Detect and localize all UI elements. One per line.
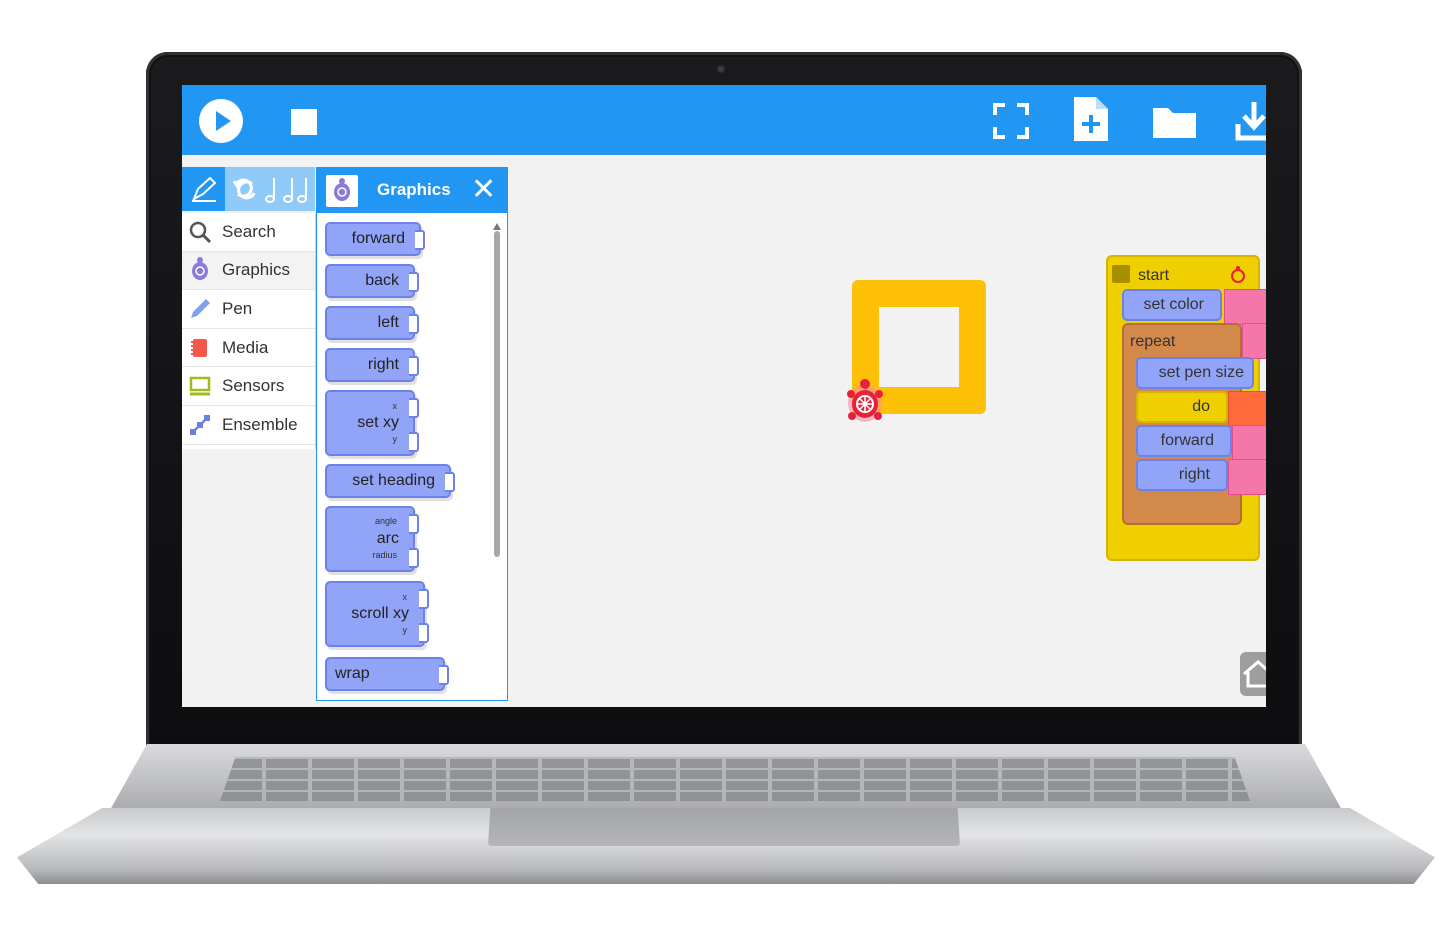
set-xy-block[interactable]: x set xy y [325, 390, 419, 456]
block-label: left [377, 314, 399, 331]
start-icon [1112, 265, 1130, 283]
category-pen[interactable]: Pen [182, 290, 315, 329]
palette-tabs [182, 167, 315, 211]
palette-header: Graphics ✕ [317, 167, 507, 213]
fullscreen-icon[interactable] [988, 98, 1034, 144]
arg-label: y [392, 434, 398, 444]
turtle-icon[interactable] [845, 376, 885, 431]
category-ensemble[interactable]: Ensemble [182, 406, 315, 445]
play-button[interactable] [199, 99, 243, 143]
app-screen: Search Graphics Pen Media Sensors Ensemb… [182, 85, 1266, 707]
home-button[interactable] [1240, 652, 1266, 696]
palette-scrollbar[interactable] [494, 231, 500, 557]
category-label: Pen [222, 298, 253, 318]
arg-label: radius [372, 550, 397, 560]
block-label: set color [1143, 296, 1204, 313]
block-label: repeat [1130, 333, 1176, 350]
palette-title: Graphics [377, 180, 451, 199]
pen-icon [191, 176, 216, 202]
forward-block[interactable]: forward [325, 222, 425, 256]
turtle-icon [188, 257, 212, 282]
folder-icon[interactable] [1150, 98, 1196, 144]
repeat-count[interactable] [1242, 323, 1266, 359]
block-label: right [1178, 466, 1210, 483]
right-value[interactable] [1228, 459, 1266, 495]
repeat-block[interactable]: repeat [1122, 323, 1242, 525]
set-color-block[interactable]: set color [1122, 289, 1222, 321]
do-action-value[interactable] [1228, 391, 1266, 427]
right-block[interactable]: right [325, 348, 419, 382]
left-block[interactable]: left [325, 306, 419, 340]
scroll-up-arrow[interactable] [493, 223, 501, 230]
do-block[interactable]: do [1136, 391, 1228, 423]
right-block[interactable]: right [1136, 459, 1228, 491]
category-sensors[interactable]: Sensors [182, 367, 315, 406]
color-value[interactable] [1224, 289, 1266, 325]
forward-block[interactable]: forward [1136, 425, 1232, 457]
category-graphics[interactable]: Graphics [182, 251, 315, 291]
block-label: wrap [335, 665, 370, 682]
block-label: back [365, 272, 399, 289]
keyboard [220, 757, 1250, 801]
block-label: set pen size [1158, 364, 1244, 381]
rhythm-icon [232, 178, 307, 203]
camera [716, 64, 726, 74]
forward-value[interactable] [1232, 425, 1266, 461]
scroll-xy-block[interactable]: x scroll xy y [325, 581, 429, 647]
home-icon [1243, 660, 1266, 688]
block-label: forward [351, 230, 405, 247]
turtle-icon [326, 175, 358, 207]
category-search[interactable]: Search [182, 213, 315, 252]
arg-label: x [402, 592, 408, 602]
category-label: Search [222, 221, 276, 241]
new-file-icon[interactable] [1068, 95, 1114, 141]
ensemble-icon [188, 413, 212, 437]
stop-button[interactable] [291, 109, 317, 135]
download-icon[interactable] [1234, 98, 1266, 144]
media-icon [188, 336, 212, 360]
category-label: Graphics [222, 260, 291, 280]
wrap-block[interactable]: wrap [325, 657, 449, 691]
close-icon[interactable]: ✕ [471, 175, 496, 205]
category-label: Sensors [222, 376, 285, 396]
set-pen-size-block[interactable]: set pen size [1136, 357, 1254, 389]
category-label: Ensemble [222, 414, 298, 434]
block-label: set heading [352, 472, 435, 489]
category-media[interactable]: Media [182, 329, 315, 368]
pen-tab[interactable] [182, 167, 225, 211]
category-label: Media [222, 337, 269, 357]
arg-label: angle [374, 516, 397, 526]
arg-label: y [402, 625, 408, 635]
trackpad [488, 808, 960, 846]
rhythm-tab[interactable] [225, 167, 315, 211]
arg-label: x [392, 401, 398, 411]
arc-block[interactable]: angle arc radius [325, 506, 419, 572]
category-list: Search Graphics Pen Media Sensors Ensemb… [182, 213, 316, 449]
set-heading-block[interactable]: set heading [325, 464, 455, 498]
block-label: right [367, 356, 399, 373]
pen-icon [188, 297, 212, 321]
turtle-icon [1230, 265, 1246, 288]
block-label: start [1138, 267, 1170, 284]
sensors-icon [188, 374, 212, 398]
block-label: arc [376, 530, 399, 547]
block-label: do [1192, 398, 1210, 415]
block-label: forward [1160, 432, 1214, 449]
block-label: set xy [357, 414, 399, 431]
blocks-palette: Graphics ✕ forward back left right x set… [316, 167, 508, 701]
back-block[interactable]: back [325, 264, 419, 298]
search-icon [188, 220, 212, 244]
block-label: scroll xy [351, 605, 409, 622]
top-toolbar [182, 85, 1266, 155]
